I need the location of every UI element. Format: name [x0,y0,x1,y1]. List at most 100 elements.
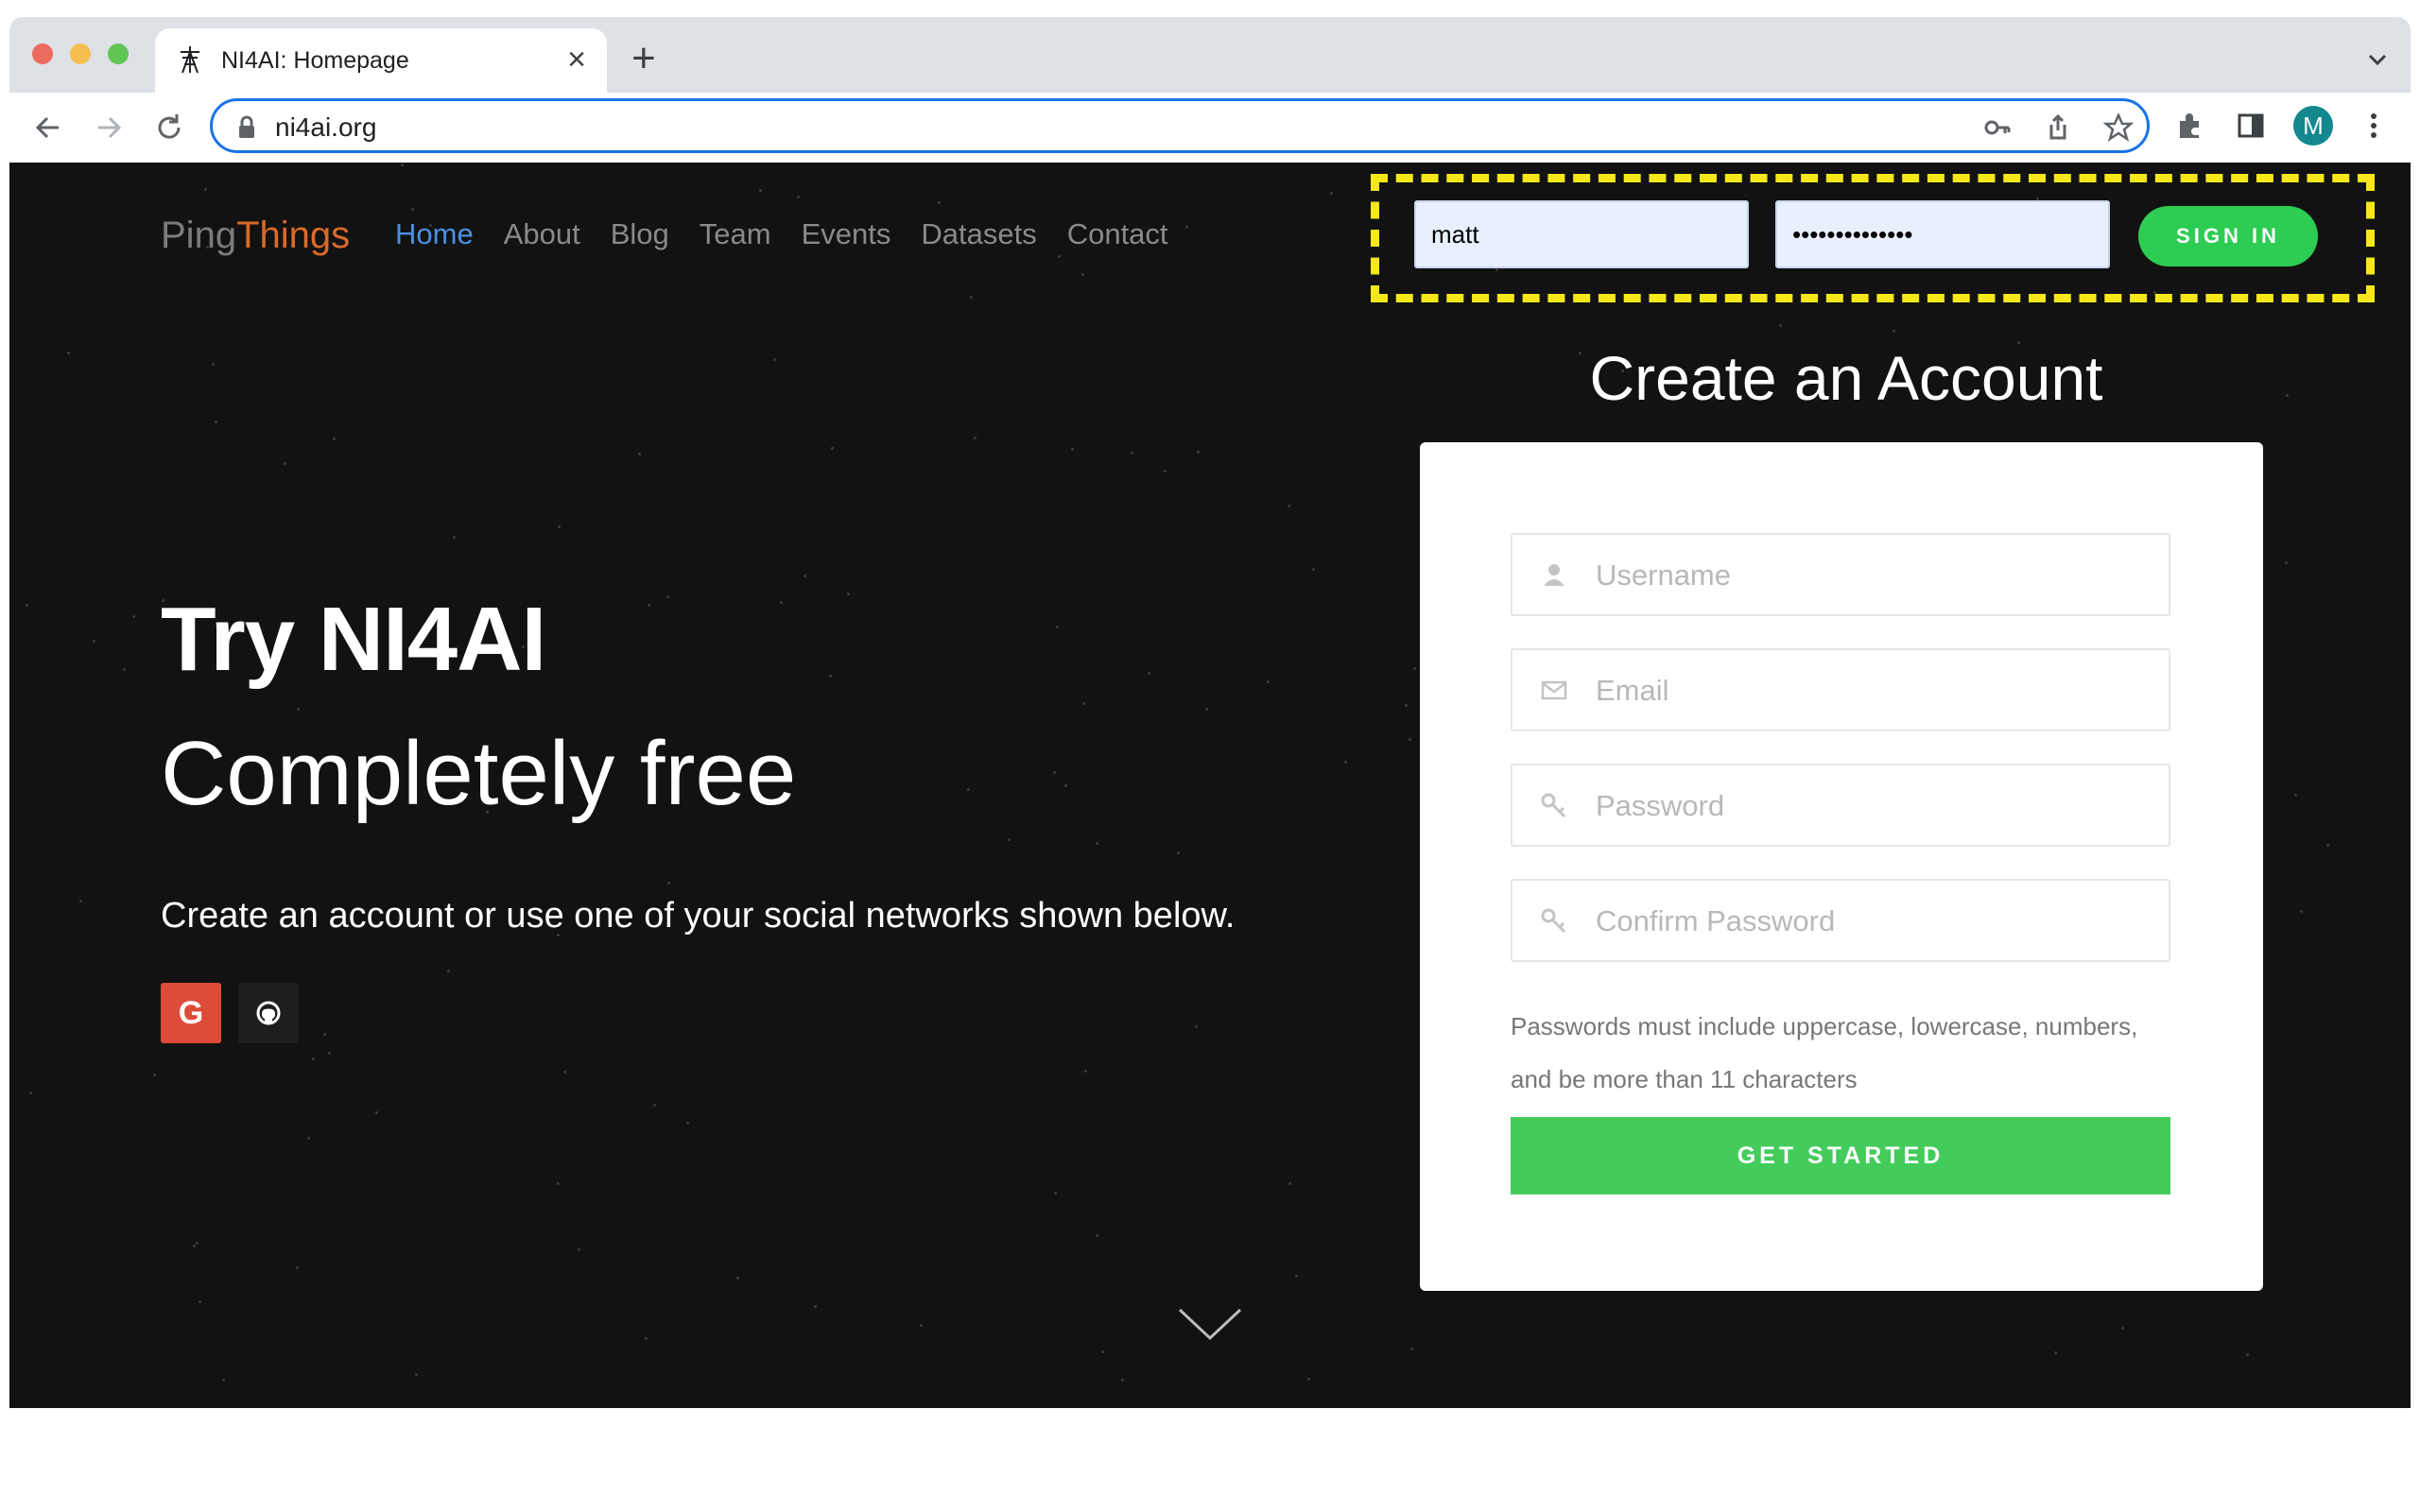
login-username-input[interactable] [1414,200,1749,268]
sign-in-button[interactable]: SIGN IN [2138,206,2318,266]
side-panel-icon[interactable] [2235,110,2267,142]
pingthings-logo[interactable]: PingThings [161,215,350,257]
star-dot [638,453,641,455]
bookmark-star-icon[interactable] [2103,112,2134,143]
extensions-puzzle-icon[interactable] [2174,110,2206,142]
key-icon[interactable] [1982,112,2013,143]
star-dot [938,201,941,204]
star-dot [447,970,450,972]
more-menu-icon[interactable] [2358,110,2390,142]
star-dot [1084,1070,1087,1073]
star-dot [26,604,28,607]
create-account-title: Create an Account [1589,343,2103,413]
star-dot [736,1277,739,1280]
confirm-password-field[interactable] [1511,879,2170,962]
star-dot [1288,505,1290,507]
close-tab-icon[interactable]: × [567,43,586,76]
star-dot [1409,738,1411,741]
star-dot [222,1379,225,1382]
close-window-button[interactable] [32,43,53,64]
star-dot [1288,1182,1291,1185]
scroll-down-chevron-icon[interactable] [1176,1304,1244,1344]
nav-contact[interactable]: Contact [1067,217,1168,251]
star-dot [375,1111,378,1114]
star-dot [920,1324,923,1327]
star-dot [1054,1192,1057,1194]
star-dot [804,575,806,577]
github-icon [256,1001,281,1025]
star-dot [199,1300,201,1303]
nav-datasets[interactable]: Datasets [921,217,1036,251]
star-dot [831,447,834,450]
star-dot [666,595,669,598]
reload-icon[interactable] [151,110,187,146]
maximize-window-button[interactable] [108,43,129,64]
confirm-password-input[interactable] [1594,896,2146,947]
star-dot [296,1266,299,1269]
star-dot [297,708,300,711]
star-dot [1164,470,1167,472]
star-dot [67,352,70,354]
star-dot [411,208,414,211]
url-text[interactable]: ni4ai.org [275,112,376,143]
tab-title: NI4AI: Homepage [221,47,409,74]
star-dot [2121,1327,2124,1330]
star-dot [829,675,832,678]
star-dot [1053,771,1056,774]
star-dot [2246,1353,2249,1356]
nav-blog[interactable]: Blog [611,217,669,251]
star-dot [578,1248,580,1251]
github-login-button[interactable] [238,983,299,1043]
star-dot [1312,568,1315,571]
star-dot [1893,330,1895,333]
star-dot [1177,851,1180,854]
get-started-button[interactable]: GET STARTED [1511,1117,2170,1194]
star-dot [328,1052,331,1055]
power-tower-icon [181,46,199,74]
minimize-window-button[interactable] [70,43,91,64]
nav-events[interactable]: Events [802,217,891,251]
password-input[interactable] [1594,781,2146,832]
star-dot [212,363,215,366]
password-hint: Passwords must include uppercase, lowerc… [1511,1012,2138,1093]
username-field[interactable] [1511,533,2170,616]
star-dot [797,196,800,198]
share-icon[interactable] [2043,112,2073,143]
password-field[interactable] [1511,764,2170,847]
email-input[interactable] [1594,665,2146,716]
forward-arrow-icon[interactable] [91,110,127,146]
google-login-button[interactable]: G [161,983,221,1043]
star-dot [79,900,82,902]
star-dot [1101,1350,1104,1353]
logo-text-things: Things [236,215,351,256]
new-tab-icon[interactable]: + [631,38,656,79]
address-bar[interactable]: ni4ai.org [210,98,2150,153]
star-dot [814,1305,817,1308]
username-input[interactable] [1594,550,2146,601]
star-dot [974,437,977,439]
browser-tab[interactable]: NI4AI: Homepage × [155,28,607,93]
chevron-down-icon[interactable] [2363,45,2392,74]
star-dot [2054,1351,2057,1354]
key-icon [1541,793,1566,818]
star-dot [1779,324,1782,327]
star-dot [970,296,973,299]
login-password-input[interactable] [1775,200,2110,268]
profile-avatar[interactable]: M [2293,106,2333,146]
star-dot [1071,448,1074,451]
nav-team[interactable]: Team [700,217,771,251]
nav-about[interactable]: About [504,217,580,251]
star-dot [1131,452,1133,455]
email-field[interactable] [1511,648,2170,731]
star-dot [123,668,126,671]
star-dot [1008,838,1011,841]
star-dot [558,525,561,528]
lock-icon[interactable] [232,112,262,143]
nav-home[interactable]: Home [395,217,474,251]
back-arrow-icon[interactable] [30,110,66,146]
star-dot [1197,451,1200,454]
logo-text-ping: Ping [161,215,237,256]
star-dot [1330,192,1333,195]
star-dot [1267,680,1270,683]
star-dot [307,1137,310,1140]
